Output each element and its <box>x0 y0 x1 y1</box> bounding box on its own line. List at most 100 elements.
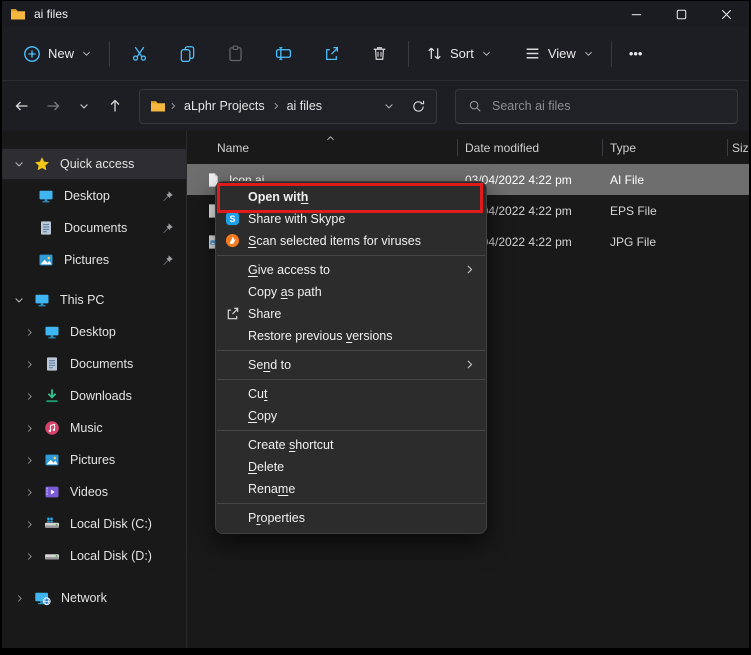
pictures-icon <box>44 452 60 468</box>
recent-locations-button[interactable] <box>70 91 98 121</box>
sidebar-item-desktop[interactable]: Desktop <box>2 317 186 347</box>
clipboard-group <box>122 37 396 71</box>
paste-button[interactable] <box>218 37 252 71</box>
desktop-icon <box>38 188 54 204</box>
column-header-size[interactable]: Size <box>727 131 751 164</box>
menu-item-create-shortcut[interactable]: Create shortcut <box>216 434 486 456</box>
column-header-type[interactable]: Type <box>602 131 727 164</box>
sidebar-item-documents-qa[interactable]: Documents <box>2 213 186 243</box>
chevron-right-icon[interactable] <box>22 487 36 498</box>
sidebar-item-network[interactable]: Network <box>2 583 186 613</box>
toolbar-divider <box>408 41 409 67</box>
documents-icon <box>38 220 54 236</box>
chevron-right-icon[interactable] <box>22 455 36 466</box>
menu-separator <box>217 350 485 351</box>
menu-item-share-with-skype[interactable]: Share with Skype <box>216 208 486 230</box>
column-header-name[interactable]: Name <box>187 131 457 164</box>
chevron-right-icon[interactable] <box>22 519 36 530</box>
sidebar-item-pictures[interactable]: Pictures <box>2 445 186 475</box>
menu-item-copy[interactable]: Copy <box>216 405 486 427</box>
chevron-down-icon <box>583 48 594 59</box>
search-box[interactable] <box>455 89 738 124</box>
context-menu: Open with Share with Skype Scan selected… <box>215 181 487 534</box>
title-bar: ai files <box>2 1 749 27</box>
share-button[interactable] <box>314 37 348 71</box>
search-icon <box>468 99 482 113</box>
this-pc-icon <box>34 292 50 308</box>
sidebar-item-this-pc[interactable]: This PC <box>2 285 186 315</box>
view-button[interactable]: View <box>515 36 603 72</box>
menu-item-scan-for-viruses[interactable]: Scan selected items for viruses <box>216 230 486 252</box>
sidebar-item-local-disk-d[interactable]: Local Disk (D:) <box>2 541 186 571</box>
minimize-button[interactable] <box>614 1 659 27</box>
chevron-right-icon[interactable] <box>22 327 36 338</box>
sort-button-label: Sort <box>450 46 474 61</box>
new-button-label: New <box>48 46 74 61</box>
copy-icon <box>179 45 196 62</box>
new-button[interactable]: New <box>14 36 101 72</box>
chevron-right-icon[interactable] <box>22 359 36 370</box>
menu-separator <box>217 255 485 256</box>
menu-item-rename[interactable]: Rename <box>216 478 486 500</box>
maximize-icon <box>674 7 689 22</box>
pictures-icon <box>38 252 54 268</box>
skype-icon <box>225 211 240 226</box>
menu-item-open-with[interactable]: Open with <box>216 186 486 208</box>
chevron-right-icon[interactable] <box>22 423 36 434</box>
copy-button[interactable] <box>170 37 204 71</box>
up-button[interactable] <box>101 91 129 121</box>
maximize-button[interactable] <box>659 1 704 27</box>
cut-button[interactable] <box>122 37 156 71</box>
file-type: AI File <box>602 164 727 195</box>
folder-icon <box>10 6 26 22</box>
breadcrumb-item-alphr-projects[interactable]: aLphr Projects <box>184 99 265 113</box>
submenu-arrow-icon <box>463 263 476 276</box>
local-disk-d-icon <box>44 548 60 564</box>
chevron-right-icon[interactable] <box>22 391 36 402</box>
menu-item-share[interactable]: Share <box>216 303 486 325</box>
sidebar-item-quick-access[interactable]: Quick access <box>2 149 186 179</box>
menu-separator <box>217 379 485 380</box>
menu-item-restore-previous-versions[interactable]: Restore previous versions <box>216 325 486 347</box>
sidebar-item-local-disk-c[interactable]: Local Disk (C:) <box>2 509 186 539</box>
menu-item-send-to[interactable]: Send to <box>216 354 486 376</box>
back-button[interactable] <box>8 91 36 121</box>
menu-item-delete[interactable]: Delete <box>216 456 486 478</box>
search-input[interactable] <box>492 99 725 113</box>
menu-item-give-access-to[interactable]: Give access to <box>216 259 486 281</box>
minimize-icon <box>629 7 644 22</box>
window-controls <box>614 1 749 27</box>
sort-button[interactable]: Sort <box>417 36 501 72</box>
sidebar-item-documents[interactable]: Documents <box>2 349 186 379</box>
delete-button[interactable] <box>362 37 396 71</box>
downloads-icon <box>44 388 60 404</box>
chevron-right-icon[interactable] <box>12 593 26 604</box>
documents-icon <box>44 356 60 372</box>
sidebar-item-videos[interactable]: Videos <box>2 477 186 507</box>
column-header-date-modified[interactable]: Date modified <box>457 131 602 164</box>
close-button[interactable] <box>704 1 749 27</box>
breadcrumb[interactable]: aLphr Projects ai files <box>139 89 437 124</box>
sidebar-item-pictures-qa[interactable]: Pictures <box>2 245 186 275</box>
chevron-down-icon[interactable] <box>12 294 26 306</box>
address-bar: aLphr Projects ai files <box>2 81 749 131</box>
refresh-icon[interactable] <box>411 99 426 114</box>
pin-icon <box>161 190 174 203</box>
forward-button[interactable] <box>39 91 67 121</box>
chevron-down-icon[interactable] <box>12 158 26 170</box>
menu-item-cut[interactable]: Cut <box>216 383 486 405</box>
sidebar-item-downloads[interactable]: Downloads <box>2 381 186 411</box>
menu-item-properties[interactable]: Properties <box>216 507 486 529</box>
sidebar-gap <box>2 573 186 583</box>
sidebar-gap <box>2 277 186 285</box>
rename-button[interactable] <box>266 37 300 71</box>
menu-item-copy-as-path[interactable]: Copy as path <box>216 281 486 303</box>
breadcrumb-item-ai-files[interactable]: ai files <box>287 99 322 113</box>
address-dropdown-icon[interactable] <box>383 100 395 112</box>
sidebar-item-music[interactable]: Music <box>2 413 186 443</box>
chevron-right-icon[interactable] <box>22 551 36 562</box>
sidebar-item-desktop-qa[interactable]: Desktop <box>2 181 186 211</box>
sort-arrows-icon <box>426 45 443 62</box>
file-type: JPG File <box>602 226 727 257</box>
more-options-button[interactable]: ••• <box>620 36 652 72</box>
